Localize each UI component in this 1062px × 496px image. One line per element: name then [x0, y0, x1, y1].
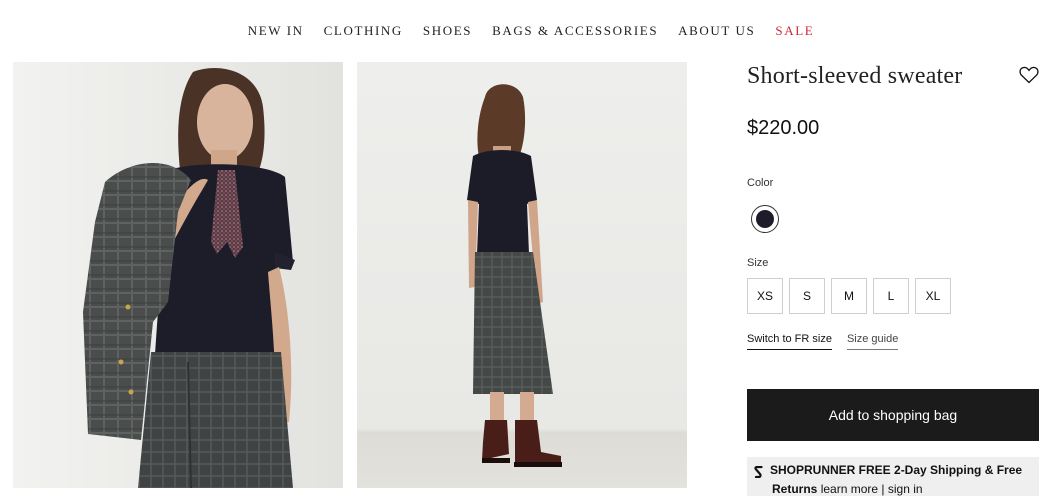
add-to-bag-button[interactable]: Add to shopping bag — [747, 389, 1039, 441]
size-selector: XS S M L XL — [747, 278, 951, 314]
shoprunner-banner: SHOPRUNNER FREE 2-Day Shipping & Free Re… — [747, 457, 1039, 496]
shoprunner-subline: Returns learn more | sign in — [772, 482, 923, 496]
shoprunner-logo-icon — [754, 465, 764, 479]
color-swatch-navy[interactable] — [751, 205, 779, 233]
color-swatch-fill — [756, 210, 774, 228]
shoprunner-separator: | — [881, 482, 885, 496]
top-navigation: NEW IN CLOTHING SHOES BAGS & ACCESSORIES ABO… — [0, 0, 1062, 62]
nav-item-new-in[interactable]: NEW IN — [238, 23, 314, 39]
size-label: Size — [747, 257, 769, 269]
size-option-m[interactable]: M — [831, 278, 867, 314]
size-links: Switch to FR size Size guide — [747, 332, 899, 350]
product-image-back[interactable] — [357, 62, 687, 488]
shoprunner-returns: Returns — [772, 482, 818, 496]
nav-item-shoes[interactable]: SHOES — [413, 23, 482, 39]
nav-menu: NEW IN CLOTHING SHOES BAGS & ACCESSORIES ABO… — [0, 23, 1062, 39]
size-option-xs[interactable]: XS — [747, 278, 783, 314]
product-title: Short-sleeved sweater — [747, 63, 963, 89]
size-guide-link[interactable]: Size guide — [846, 332, 899, 350]
product-price: $220.00 — [747, 117, 820, 139]
nav-item-clothing[interactable]: CLOTHING — [314, 23, 413, 39]
heart-outline-icon[interactable] — [1019, 66, 1039, 84]
nav-item-sale[interactable]: SALE — [765, 23, 824, 39]
shoprunner-headline: SHOPRUNNER FREE 2-Day Shipping & Free — [770, 463, 1023, 477]
nav-item-bags-accessories[interactable]: BAGS & ACCESSORIES — [482, 23, 668, 39]
product-image-front[interactable] — [13, 62, 343, 488]
shoprunner-sign-in-link[interactable]: sign in — [888, 482, 923, 496]
size-option-xl[interactable]: XL — [915, 278, 951, 314]
color-label: Color — [747, 177, 774, 189]
shoprunner-learn-more-link[interactable]: learn more — [821, 482, 878, 496]
switch-fr-size-link[interactable]: Switch to FR size — [747, 332, 832, 350]
model-back-illustration — [357, 62, 687, 488]
model-front-illustration — [13, 62, 343, 488]
size-option-s[interactable]: S — [789, 278, 825, 314]
size-option-l[interactable]: L — [873, 278, 909, 314]
nav-item-about-us[interactable]: ABOUT US — [668, 23, 765, 39]
